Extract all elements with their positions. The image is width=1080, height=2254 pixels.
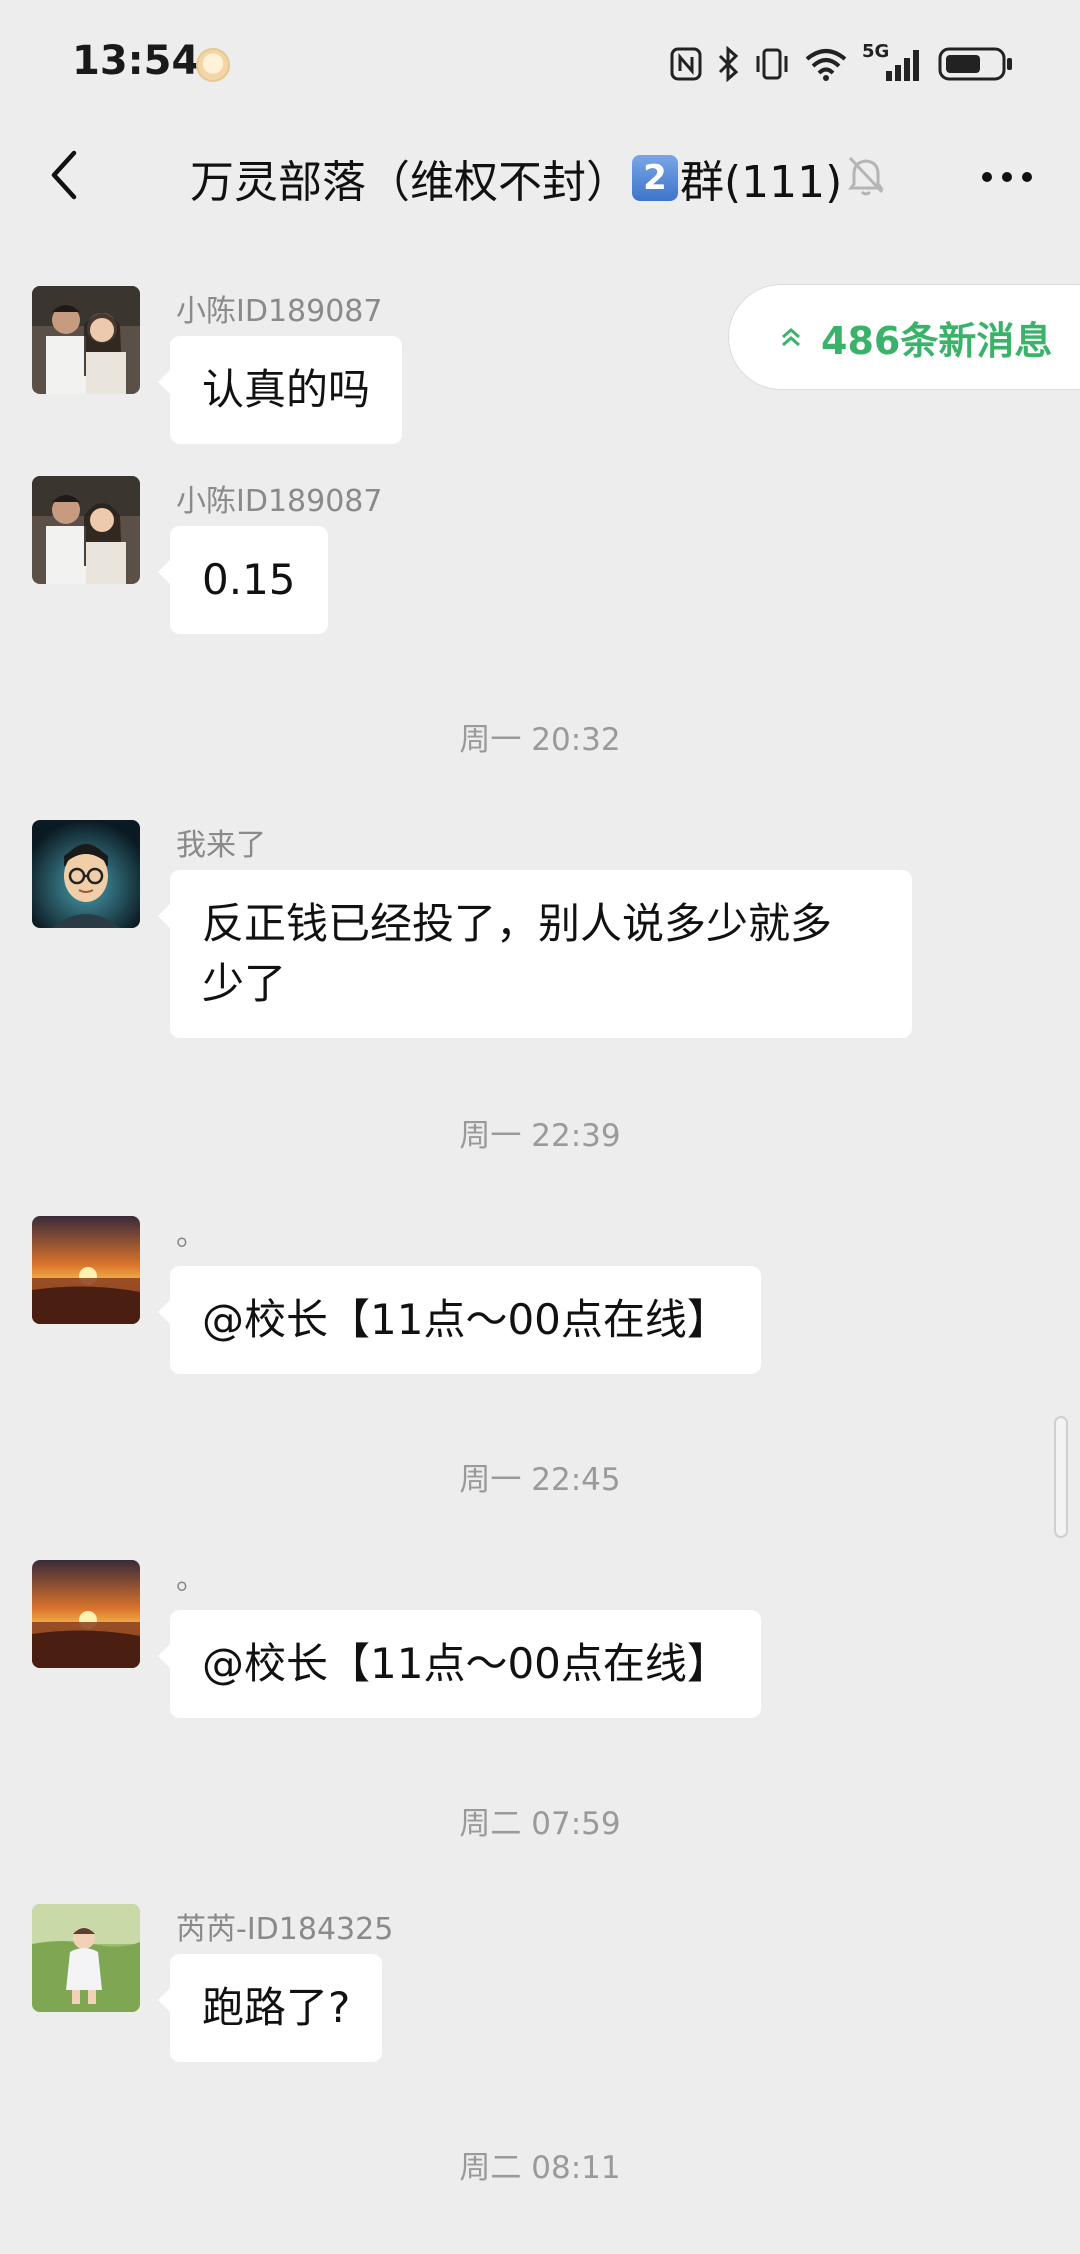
signal-icon: 5G [862, 41, 924, 83]
status-icons: 5G [670, 41, 1014, 84]
new-messages-label: 486条新消息 [821, 318, 1053, 363]
couple-photo-avatar [32, 286, 140, 394]
avatar[interactable] [32, 1904, 140, 2012]
avatar[interactable] [32, 476, 140, 584]
timestamp: 周二 08:11 [459, 2150, 621, 2186]
message-bubble[interactable]: 认真的吗 [157, 336, 403, 444]
status-bar: 13:54 5G [0, 0, 1080, 120]
chat-screen: 13:54 5G 万灵部落（维权不封） 2 群(111) 小陈ID189087 … [0, 0, 1080, 2254]
more-options-button[interactable] [972, 142, 1042, 212]
more-dots-icon [982, 172, 1032, 182]
message-text-line: 少了 [202, 959, 287, 1008]
avatar[interactable] [32, 1560, 140, 1668]
vibrate-icon [756, 48, 788, 80]
nfc-icon [670, 47, 702, 81]
double-chevron-up-icon [782, 328, 800, 347]
message-bubble[interactable]: 反正钱已经投了，别人说多少就多 少了 [158, 870, 912, 1038]
status-time: 13:54 [72, 38, 200, 84]
back-button[interactable] [30, 140, 100, 210]
timestamp: 周一 22:45 [459, 1462, 621, 1498]
wifi-icon [805, 49, 847, 81]
avatar[interactable] [32, 820, 140, 928]
message-bubble[interactable]: @校长【11点～00点在线】 [158, 1266, 761, 1374]
bluetooth-icon [718, 46, 739, 82]
chat-title: 万灵部落（维权不封） 2 群(111) [190, 146, 842, 210]
new-messages-button[interactable]: 486条新消息 [728, 284, 1080, 390]
sender-name: 芮芮-ID184325 [176, 1912, 394, 1947]
couple-photo-avatar [32, 476, 140, 584]
message-bubble[interactable]: 0.15 [158, 526, 328, 634]
timestamp: 周一 22:39 [459, 1118, 621, 1154]
cartoon-man-avatar [32, 820, 140, 928]
sender-name: 。 [176, 1218, 206, 1253]
timestamp: 周一 20:32 [459, 722, 621, 758]
sunset-avatar [32, 1216, 140, 1324]
child-on-grass-avatar [32, 1904, 140, 2012]
timestamp: 周二 07:59 [459, 1806, 621, 1842]
message-text-line: 反正钱已经投了，别人说多少就多 [202, 899, 833, 948]
avatar[interactable] [32, 286, 140, 394]
avatar[interactable] [32, 1216, 140, 1324]
message-list[interactable]: 小陈ID189087 认真的吗 486条新消息 小陈ID189087 0.15 … [0, 236, 1080, 2254]
battery-icon [938, 47, 1012, 81]
chat-title-prefix: 万灵部落（维权不封） [190, 157, 630, 208]
sender-name: 小陈ID189087 [176, 294, 383, 329]
sender-name: 小陈ID189087 [176, 484, 383, 519]
keycap-number-icon: 2 [632, 155, 678, 201]
chat-title-suffix: 群(111) [680, 157, 843, 208]
message-bubble[interactable]: @校长【11点～00点在线】 [158, 1610, 761, 1718]
scrollbar-thumb[interactable] [1054, 1416, 1068, 1538]
back-arrow-icon [51, 150, 77, 200]
sunset-avatar [32, 1560, 140, 1668]
sender-name: 我来了 [176, 828, 266, 863]
chat-header: 万灵部落（维权不封） 2 群(111) [0, 120, 1080, 236]
status-emoji-icon [196, 48, 230, 82]
message-bubble[interactable]: 跑路了? [157, 1954, 383, 2062]
mute-bell-icon [848, 156, 884, 196]
sender-name: 。 [176, 1562, 206, 1597]
